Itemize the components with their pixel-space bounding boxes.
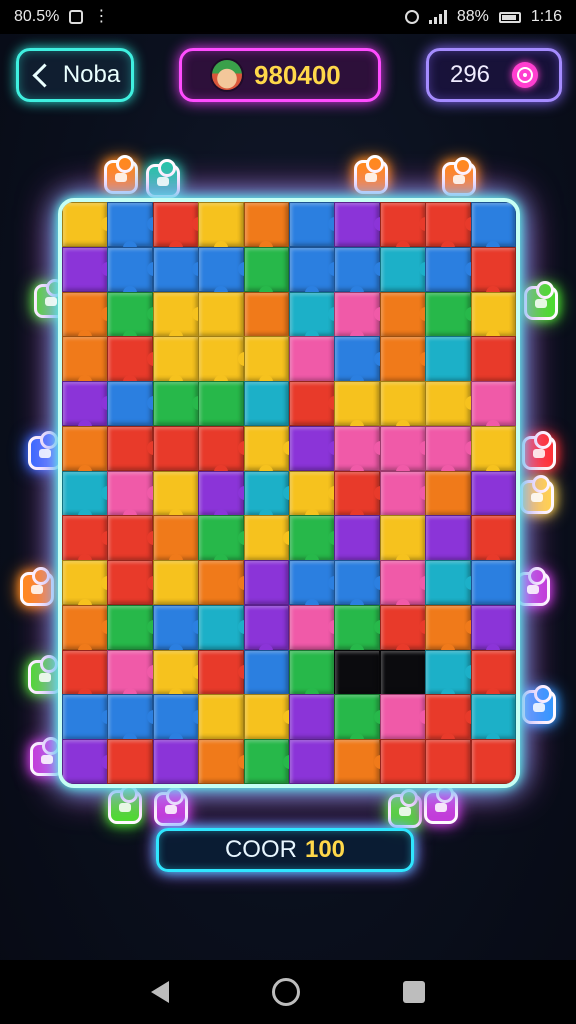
score-panel: 980400 (179, 48, 381, 102)
piece-glyph-icon (157, 176, 169, 186)
nav-recent-icon[interactable] (402, 981, 425, 1003)
loose-puzzle-piece[interactable] (442, 157, 476, 196)
loose-puzzle-piece[interactable] (28, 431, 62, 470)
loose-puzzle-piece[interactable] (104, 155, 138, 194)
status-right: 88% 1:16 (404, 8, 562, 26)
moves-value: 296 (449, 61, 491, 88)
back-button-label: Noba (62, 61, 121, 88)
puzzle-tile[interactable] (152, 739, 199, 784)
piece-glyph-icon (533, 702, 545, 712)
loose-puzzle-piece[interactable] (424, 785, 458, 824)
piece-glyph-icon (45, 296, 57, 306)
loose-puzzle-piece[interactable] (388, 789, 422, 828)
puzzle-board-frame (58, 198, 520, 788)
loose-puzzle-piece[interactable] (20, 567, 54, 606)
puzzle-tile[interactable] (243, 560, 290, 606)
piece-glyph-icon (31, 584, 43, 594)
piece-glyph-icon (165, 804, 177, 814)
bottom-label: COOR (224, 836, 297, 863)
puzzle-tile[interactable] (243, 381, 290, 427)
puzzle-tile[interactable] (152, 560, 199, 606)
piece-glyph-icon (453, 174, 465, 184)
loose-puzzle-piece[interactable] (354, 155, 388, 194)
puzzle-tile[interactable] (152, 425, 199, 472)
piece-glyph-icon (119, 802, 131, 812)
target-icon (512, 62, 539, 88)
back-button[interactable]: Noba (16, 48, 134, 102)
loose-puzzle-piece[interactable] (520, 475, 554, 514)
puzzle-tile[interactable] (243, 649, 290, 695)
puzzle-tile[interactable] (425, 470, 472, 516)
signal-icon (428, 10, 447, 24)
puzzle-tile[interactable] (470, 739, 516, 784)
piece-glyph-icon (533, 448, 545, 458)
loose-puzzle-piece[interactable] (108, 785, 142, 824)
loose-puzzle-piece[interactable] (154, 787, 188, 826)
puzzle-tile[interactable] (289, 336, 335, 382)
loose-puzzle-piece[interactable] (524, 281, 558, 320)
empty-slot[interactable] (334, 649, 381, 695)
piece-glyph-icon (115, 172, 127, 182)
piece-glyph-icon (399, 806, 411, 816)
puzzle-tile[interactable] (198, 291, 245, 337)
puzzle-tile[interactable] (198, 381, 245, 427)
loose-puzzle-piece[interactable] (522, 431, 556, 470)
puzzle-tile[interactable] (243, 291, 290, 337)
puzzle-tile[interactable] (289, 694, 335, 740)
puzzle-tile[interactable] (470, 336, 516, 382)
puzzle-tile[interactable] (470, 470, 516, 516)
nav-home-icon[interactable] (271, 978, 300, 1006)
puzzle-tile[interactable] (198, 694, 245, 740)
piece-glyph-icon (435, 802, 447, 812)
piece-glyph-icon (531, 492, 543, 502)
status-bar: 80.5% ⋮ 88% 1:16 (0, 0, 576, 34)
empty-slot[interactable] (379, 649, 426, 695)
puzzle-tile[interactable] (334, 515, 381, 561)
piece-glyph-icon (535, 298, 547, 308)
puzzle-tile[interactable] (425, 515, 472, 561)
piece-glyph-icon (365, 172, 377, 182)
loose-puzzle-piece[interactable] (516, 567, 550, 606)
loose-puzzle-piece[interactable] (146, 159, 180, 198)
puzzle-tile[interactable] (470, 560, 516, 606)
puzzle-tile[interactable] (425, 739, 472, 784)
moves-panel[interactable]: 296 (426, 48, 562, 102)
status-left: 80.5% ⋮ (14, 8, 109, 26)
chevron-left-icon (32, 62, 57, 88)
avatar-icon (212, 60, 242, 90)
piece-glyph-icon (527, 584, 539, 594)
notification-icon (69, 10, 84, 24)
puzzle-tile[interactable] (379, 739, 426, 784)
puzzle-board[interactable] (62, 202, 516, 784)
loose-puzzle-piece[interactable] (28, 655, 62, 694)
nav-back-icon[interactable] (151, 981, 170, 1003)
piece-glyph-icon (39, 672, 51, 682)
dots-icon: ⋮ (93, 8, 110, 25)
piece-glyph-icon (41, 754, 53, 764)
puzzle-tile[interactable] (425, 336, 472, 382)
android-nav-bar (0, 960, 576, 1024)
bottom-value: 100 (304, 836, 346, 863)
bottom-panel[interactable]: COOR 100 (156, 828, 414, 872)
puzzle-tile[interactable] (107, 739, 154, 784)
game-header: Noba 980400 296 (0, 46, 576, 106)
puzzle-tile[interactable] (289, 739, 335, 784)
battery-icon (498, 11, 521, 23)
alarm-icon (404, 10, 419, 24)
loose-puzzle-piece[interactable] (522, 685, 556, 724)
piece-glyph-icon (39, 448, 51, 458)
clock: 1:16 (530, 8, 562, 25)
battery-percent: 88% (456, 8, 489, 25)
score-value: 980400 (254, 59, 341, 90)
status-left-text: 80.5% (14, 8, 60, 25)
